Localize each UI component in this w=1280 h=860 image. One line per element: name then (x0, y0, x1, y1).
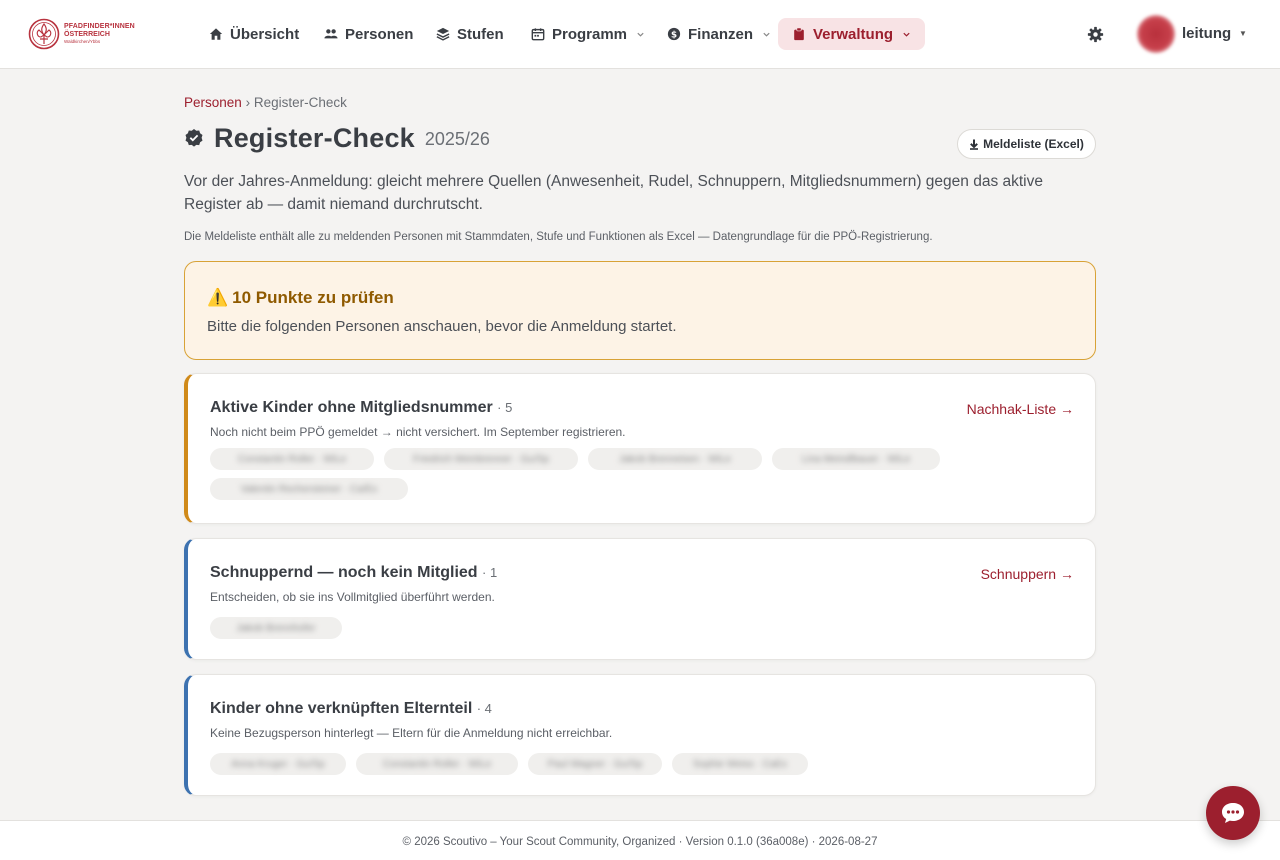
person-chip-label: Anna Kruger · Gu/Sp (231, 758, 325, 770)
brand-line-3: Waldkirchen/Ybbs (64, 39, 101, 45)
nav-label: Personen (345, 25, 414, 43)
breadcrumb-separator: › (245, 95, 251, 110)
card-count: · 1 (482, 565, 498, 580)
card-description: Entscheiden, ob sie ins Vollmitglied übe… (210, 590, 495, 604)
caret-down-icon[interactable]: ▼ (1239, 29, 1247, 38)
home-icon (209, 28, 223, 40)
page-header: Register-Check 2025/26 (184, 120, 490, 156)
nav-stufen[interactable]: Stufen (432, 18, 508, 50)
svg-text:$: $ (671, 31, 677, 41)
person-chip-label: Constantin Roller · WiLe (237, 453, 347, 465)
person-chip-label: Friedrich Weinbrenner · Gu/Sp (413, 453, 549, 465)
user-name[interactable]: leitung (1182, 25, 1231, 42)
person-chip[interactable]: Sophie Weiss · CaEx (672, 753, 808, 775)
person-chip[interactable]: Jakob Brennhofer (210, 617, 342, 639)
person-chip-label: Jakob Brennhofer (236, 622, 316, 634)
chevron-down-icon (763, 32, 770, 37)
warning-alert: ⚠️ 10 Punkte zu prüfen Bitte die folgend… (184, 261, 1096, 360)
page-intro: Vor der Jahres-Anmeldung: gleicht mehrer… (184, 173, 1043, 213)
schnuppern-link[interactable]: Schnuppern → (981, 566, 1074, 582)
nav-label: Finanzen (688, 25, 754, 43)
card-description: Noch nicht beim PPÖ gemeldet → nicht ver… (210, 425, 626, 439)
card-title: Kinder ohne verknüpften Elternteil · 4 (210, 700, 492, 718)
alert-title: 10 Punkte zu prüfen (232, 288, 394, 307)
clipboard-icon (794, 27, 804, 41)
nav-label: Stufen (457, 25, 504, 43)
card-ohne-elternteil: Kinder ohne verknüpften Elternteil · 4 K… (184, 674, 1096, 796)
person-chip[interactable]: Lina Meindlbauer · WiLe (772, 448, 940, 470)
person-chips: Jakob Brennhofer (210, 617, 1070, 639)
top-navigation: PFADFINDER*INNEN ÖSTERREICH Waldkirchen/… (0, 0, 1280, 69)
page-footer: © 2026 Scoutivo – Your Scout Community, … (0, 820, 1280, 860)
person-chip[interactable]: Constantin Roller · WiLe (356, 753, 518, 775)
person-chip-label: Constantin Roller · WiLe (382, 758, 492, 770)
scout-lily-icon (28, 18, 60, 50)
breadcrumb: Personen › Register-Check (184, 95, 347, 110)
card-title-text: Kinder ohne verknüpften Elternteil (210, 700, 473, 717)
download-arrow-icon (970, 139, 979, 150)
card-title-text: Schnuppernd — noch kein Mitglied (210, 564, 478, 581)
chevron-down-icon (903, 32, 910, 37)
chat-button[interactable] (1206, 786, 1260, 840)
card-title: Schnuppernd — noch kein Mitglied · 1 (210, 564, 497, 582)
person-chip[interactable]: Friedrich Weinbrenner · Gu/Sp (384, 448, 578, 470)
nav-label: Verwaltung (813, 25, 894, 43)
person-chip[interactable]: Jakob Brenneisen · WiLe (588, 448, 762, 470)
card-title-text: Aktive Kinder ohne Mitgliedsnummer (210, 399, 493, 416)
person-chips: Constantin Roller · WiLe Friedrich Weinb… (210, 448, 1070, 500)
nav-verwaltung[interactable]: Verwaltung (778, 18, 926, 50)
person-chip-label: Valentin Rechersteiner · Ca/Ex (240, 483, 378, 495)
download-excel-label: Meldeliste (Excel) (983, 137, 1084, 151)
gear-icon[interactable] (1087, 26, 1104, 43)
alert-text: Bitte die folgenden Personen anschauen, … (207, 318, 677, 335)
person-chip-label: Lina Meindlbauer · WiLe (801, 453, 911, 465)
card-description: Keine Bezugsperson hinterlegt — Eltern f… (210, 726, 613, 740)
nachhak-liste-link[interactable]: Nachhak-Liste → (967, 401, 1074, 417)
person-chip[interactable]: Constantin Roller · WiLe (210, 448, 374, 470)
card-count: · 5 (497, 400, 513, 415)
brand-logo[interactable]: PFADFINDER*INNEN ÖSTERREICH Waldkirchen/… (28, 17, 140, 51)
breadcrumb-link-personen[interactable]: Personen (184, 95, 242, 110)
verified-badge-icon (185, 129, 203, 147)
warning-icon: ⚠️ (207, 288, 229, 307)
nav-personen[interactable]: Personen (320, 18, 417, 50)
nav-uebersicht[interactable]: Übersicht (205, 18, 303, 50)
chevron-down-icon (637, 32, 644, 37)
layers-icon (436, 27, 450, 41)
avatar[interactable] (1137, 15, 1175, 53)
nav-label: Übersicht (230, 25, 300, 43)
chat-bubble-icon (1222, 803, 1244, 823)
card-count: · 4 (476, 701, 492, 716)
dollar-icon: $ (667, 27, 681, 41)
card-title: Aktive Kinder ohne Mitgliedsnummer · 5 (210, 399, 512, 417)
page-title: Register-Check (214, 122, 415, 153)
person-chip-label: Sophie Weiss · CaEx (692, 758, 788, 770)
season-label: 2025/26 (424, 128, 490, 149)
page-note: Die Meldeliste enthält alle zu meldenden… (184, 231, 933, 243)
download-excel-button[interactable]: Meldeliste (Excel) (957, 129, 1096, 159)
person-chip[interactable]: Valentin Rechersteiner · Ca/Ex (210, 478, 408, 500)
people-icon (324, 29, 338, 39)
card-kinder-ohne-mitgliedsnummer: Aktive Kinder ohne Mitgliedsnummer · 5 N… (184, 373, 1096, 524)
alert-title-row: ⚠️ 10 Punkte zu prüfen (207, 288, 394, 308)
person-chip-label: Jakob Brenneisen · WiLe (619, 453, 731, 465)
person-chip[interactable]: Anna Kruger · Gu/Sp (210, 753, 346, 775)
nav-finanzen[interactable]: $ Finanzen (663, 18, 775, 50)
person-chip[interactable]: Paul Wagner · Gu/Sp (528, 753, 662, 775)
breadcrumb-current: Register-Check (253, 95, 347, 110)
brand-line-1: PFADFINDER*INNEN (64, 23, 135, 31)
nav-programm[interactable]: Programm (527, 18, 649, 50)
card-schnuppernd: Schnuppernd — noch kein Mitglied · 1 Ent… (184, 538, 1096, 660)
person-chip-label: Paul Wagner · Gu/Sp (547, 758, 643, 770)
calendar-icon (531, 28, 545, 41)
brand-line-2: ÖSTERREICH (64, 31, 110, 39)
person-chips: Anna Kruger · Gu/Sp Constantin Roller · … (210, 753, 1070, 775)
nav-label: Programm (552, 25, 628, 43)
